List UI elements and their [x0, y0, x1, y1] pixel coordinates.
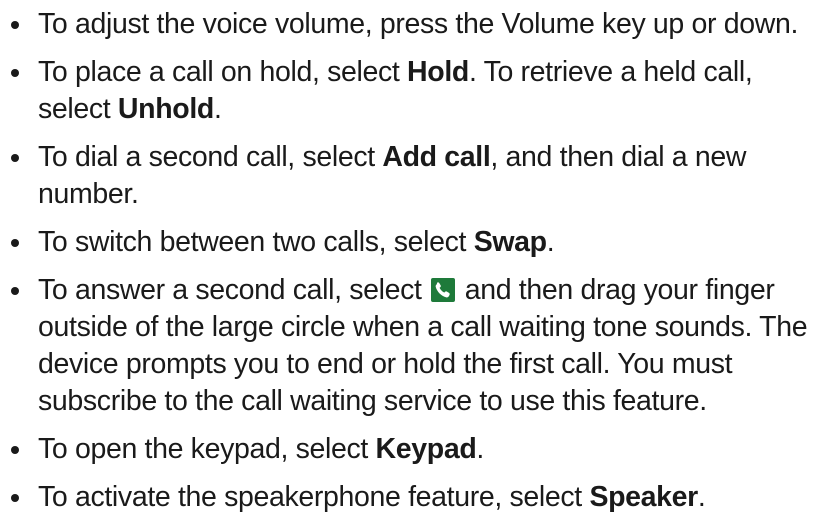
list-item-adjust-volume: To adjust the voice volume, press the Vo… — [0, 6, 827, 43]
hold-label: Hold — [407, 56, 469, 88]
list-item-add-call: To dial a second call, select Add call, … — [0, 139, 827, 213]
list-item-answer-second-call: To answer a second call, select and then… — [0, 272, 827, 420]
hold-text-1: To place a call on hold, select — [38, 56, 408, 88]
swap-text-2: . — [546, 226, 555, 258]
hold-text-3: . — [213, 93, 222, 125]
speaker-label: Speaker — [589, 481, 698, 513]
adjust-volume-text: To adjust the voice volume, press the Vo… — [38, 8, 799, 40]
manual-page: To adjust the voice volume, press the Vo… — [0, 0, 827, 513]
call-options-list: To adjust the voice volume, press the Vo… — [0, 6, 827, 516]
speaker-text-2: . — [697, 481, 706, 513]
keypad-label: Keypad — [375, 433, 477, 465]
keypad-text-1: To open the keypad, select — [38, 433, 376, 465]
phone-answer-icon — [431, 275, 456, 302]
add-call-label: Add call — [382, 141, 491, 173]
list-item-speaker: To activate the speakerphone feature, se… — [0, 479, 827, 516]
swap-text-1: To switch between two calls, select — [38, 226, 474, 258]
unhold-label: Unhold — [117, 93, 214, 125]
list-item-swap: To switch between two calls, select Swap… — [0, 224, 827, 261]
answer-text-1: To answer a second call, select — [38, 274, 430, 306]
list-item-keypad: To open the keypad, select Keypad. — [0, 431, 827, 468]
list-item-hold: To place a call on hold, select Hold. To… — [0, 54, 827, 128]
speaker-text-1: To activate the speakerphone feature, se… — [38, 481, 590, 513]
add-call-text-1: To dial a second call, select — [38, 141, 383, 173]
keypad-text-2: . — [476, 433, 484, 465]
swap-label: Swap — [473, 226, 547, 258]
